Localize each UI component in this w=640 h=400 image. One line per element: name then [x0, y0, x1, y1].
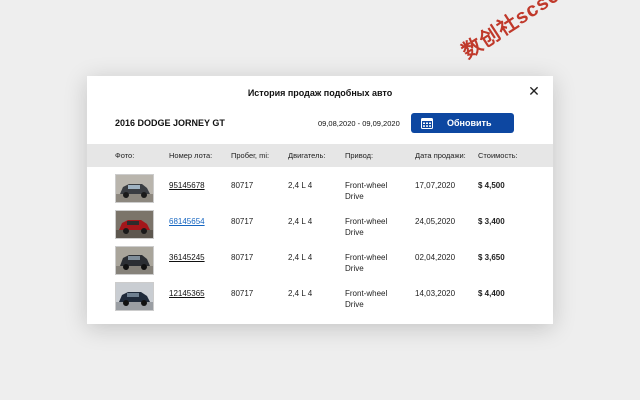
table-header: Фото: Номер лота: Пробег, mi: Двигатель:…: [87, 144, 553, 167]
drive-line-1: Front-wheel: [345, 253, 388, 262]
header-drive: Привод:: [345, 151, 374, 160]
drive-line-1: Front-wheel: [345, 289, 388, 298]
table-row: 95145678 80717 2,4 L 4 Front-wheel Drive …: [87, 171, 553, 207]
sales-history-modal: История продаж подобных авто ✕ 2016 DODG…: [87, 76, 553, 324]
header-lot: Номер лота:: [169, 151, 213, 160]
header-mileage: Пробег, mi:: [231, 151, 270, 160]
drive-line-1: Front-wheel: [345, 217, 388, 226]
calendar-icon: [421, 118, 433, 129]
car-photo[interactable]: [115, 210, 154, 239]
header-photo: Фото:: [115, 151, 135, 160]
drive-value: Front-wheel Drive: [345, 180, 387, 202]
lot-link[interactable]: 12145365: [169, 288, 205, 299]
lot-link[interactable]: 95145678: [169, 180, 205, 191]
refresh-button[interactable]: Обновить: [411, 113, 514, 133]
car-photo[interactable]: [115, 282, 154, 311]
sale-date-value: 17,07,2020: [415, 181, 456, 190]
table-row: 68145654 80717 2,4 L 4 Front-wheel Drive …: [87, 207, 553, 243]
engine-value: 2,4 L 4: [288, 253, 313, 262]
drive-value: Front-wheel Drive: [345, 216, 387, 238]
price-value: $ 3,400: [478, 217, 505, 226]
mileage-value: 80717: [231, 181, 254, 190]
sale-date-value: 24,05,2020: [415, 217, 456, 226]
close-icon[interactable]: ✕: [527, 84, 541, 98]
lot-link[interactable]: 68145654: [169, 216, 205, 227]
car-photo[interactable]: [115, 174, 154, 203]
drive-line-2: Drive: [345, 300, 364, 309]
date-range: 09,08,2020 - 09,09,2020: [318, 119, 400, 128]
car-photo[interactable]: [115, 246, 154, 275]
drive-line-2: Drive: [345, 264, 364, 273]
header-sale-date: Дата продажи:: [415, 151, 466, 160]
drive-line-1: Front-wheel: [345, 181, 388, 190]
sale-date-value: 14,03,2020: [415, 289, 456, 298]
modal-title: История продаж подобных авто: [247, 88, 393, 98]
sale-date-value: 02,04,2020: [415, 253, 456, 262]
price-value: $ 4,400: [478, 289, 505, 298]
engine-value: 2,4 L 4: [288, 289, 313, 298]
table-row: 36145245 80717 2,4 L 4 Front-wheel Drive …: [87, 243, 553, 279]
mileage-value: 80717: [231, 289, 254, 298]
drive-line-2: Drive: [345, 192, 364, 201]
table-row: 12145365 80717 2,4 L 4 Front-wheel Drive …: [87, 279, 553, 315]
drive-line-2: Drive: [345, 228, 364, 237]
header-engine: Двигатель:: [288, 151, 326, 160]
engine-value: 2,4 L 4: [288, 217, 313, 226]
car-title: 2016 DODGE JORNEY GT: [115, 118, 225, 128]
watermark: 数创社scs66: [458, 0, 574, 64]
header-price: Стоимость:: [478, 151, 518, 160]
mileage-value: 80717: [231, 217, 254, 226]
refresh-label: Обновить: [447, 118, 492, 128]
price-value: $ 3,650: [478, 253, 505, 262]
mileage-value: 80717: [231, 253, 254, 262]
drive-value: Front-wheel Drive: [345, 288, 387, 310]
drive-value: Front-wheel Drive: [345, 252, 387, 274]
lot-link[interactable]: 36145245: [169, 252, 205, 263]
price-value: $ 4,500: [478, 181, 505, 190]
engine-value: 2,4 L 4: [288, 181, 313, 190]
